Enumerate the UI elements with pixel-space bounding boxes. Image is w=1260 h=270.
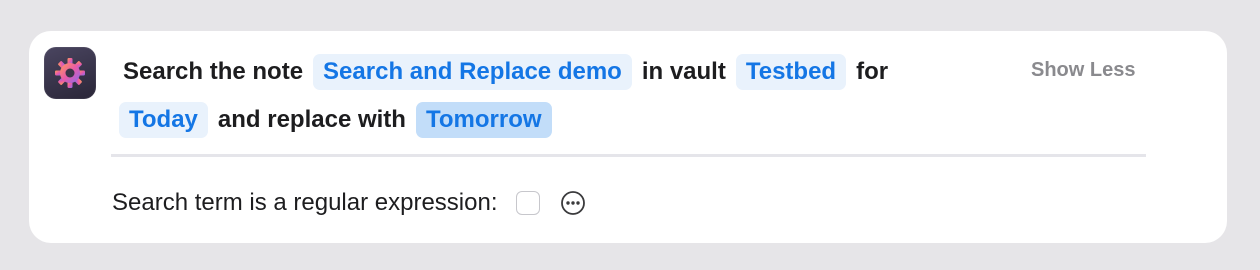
summary-prefix: Search the note: [123, 58, 304, 85]
app-gear-icon: [44, 47, 96, 99]
summary-replace-with: and replace with: [217, 106, 406, 133]
regex-checkbox[interactable]: [515, 191, 540, 215]
ellipsis-circle-icon[interactable]: [560, 190, 586, 216]
gear-icon: [55, 58, 85, 88]
regex-parameter-row: Search term is a regular expression:: [112, 186, 586, 220]
action-summary-line-2: Today and replace with Tomorrow: [117, 100, 556, 140]
show-less-button[interactable]: Show Less: [1031, 59, 1135, 82]
note-name-token[interactable]: Search and Replace demo: [313, 54, 632, 90]
action-summary-line-1: Search the note Search and Replace demo …: [117, 52, 894, 92]
summary-in-vault: in vault: [641, 58, 726, 85]
replacement-token[interactable]: Tomorrow: [415, 102, 552, 138]
regex-label: Search term is a regular expression:: [112, 189, 498, 216]
summary-for: for: [856, 58, 889, 85]
divider: [111, 154, 1146, 157]
vault-name-token[interactable]: Testbed: [735, 54, 847, 90]
search-term-token[interactable]: Today: [119, 102, 208, 138]
action-card: Search the note Search and Replace demo …: [29, 31, 1227, 243]
